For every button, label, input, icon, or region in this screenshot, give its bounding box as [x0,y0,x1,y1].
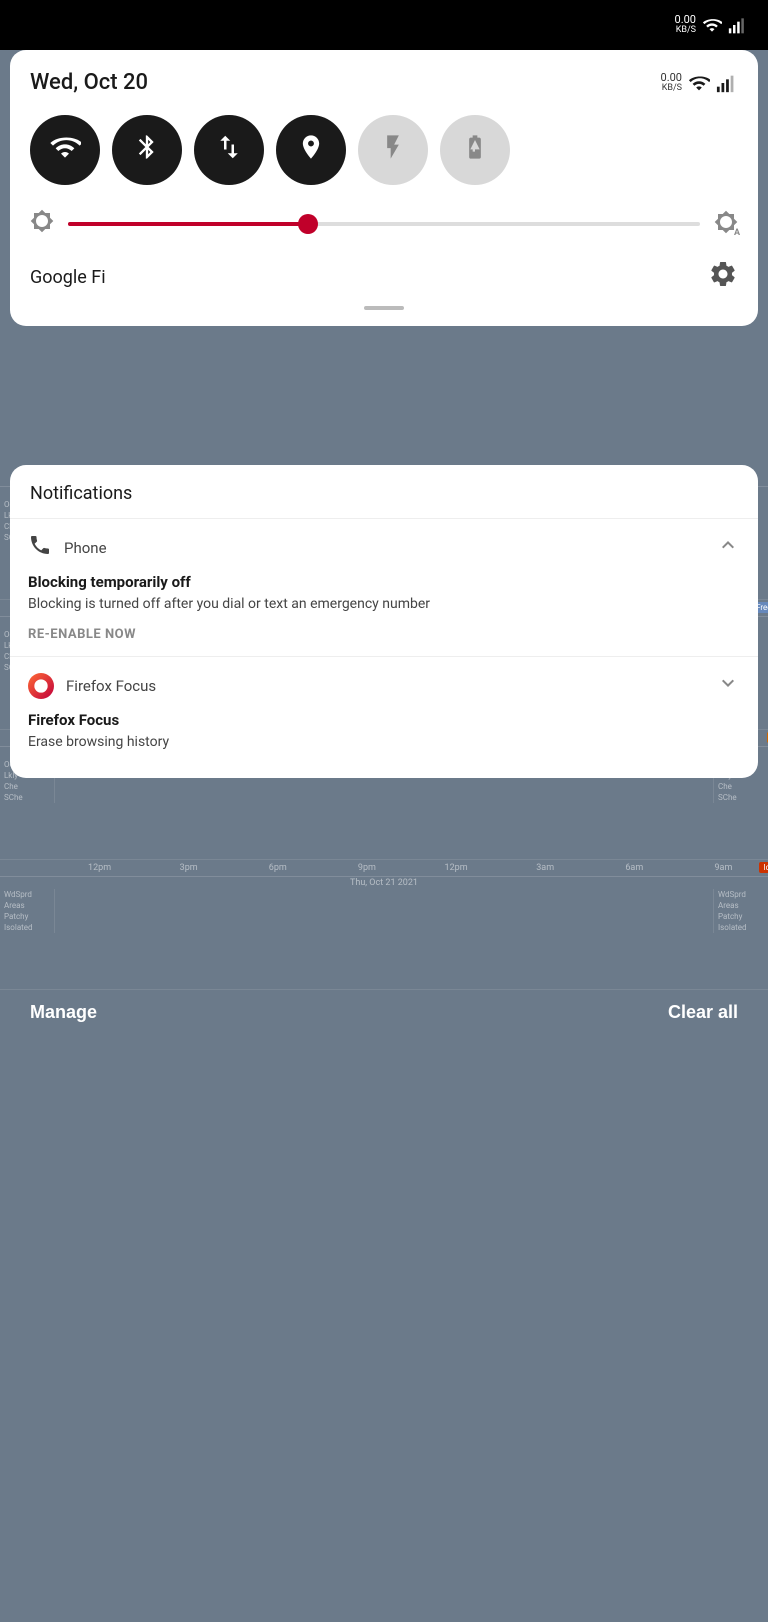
data-toggle[interactable] [194,115,264,185]
row4-wdsprd: WdSprd [0,889,54,900]
phone-app-left: Phone [28,533,107,563]
auto-label: A [734,228,740,238]
row4-patchy: Patchy [0,911,54,922]
data-toggle-icon [214,132,244,169]
brightness-thumb[interactable] [298,214,318,234]
row3-che-r: Che [714,781,768,792]
brightness-low-icon [30,209,54,239]
qs-date: Wed, Oct 20 [30,70,148,95]
bluetooth-toggle-icon [133,133,161,168]
row3-sche-r: SChe [714,792,768,803]
date-label-4: Thu, Oct 21 2021 [0,877,768,889]
wifi-status-icon [702,15,722,35]
row3-che: Che [0,781,54,792]
notifications-header: Notifications [10,465,758,519]
manage-button[interactable]: Manage [30,1002,97,1023]
firefox-notif-body: Erase browsing history [28,733,740,753]
time-label-r4-6pm: 6pm [233,863,322,873]
location-toggle[interactable] [276,115,346,185]
time-label-r4-3pm: 3pm [144,863,233,873]
row4-patchy-r: Patchy [714,911,768,922]
ice-badge: Ice [759,862,768,873]
phone-notification-content: Blocking temporarily off Blocking is tur… [10,573,758,656]
bluetooth-toggle[interactable] [112,115,182,185]
time-label-r4-9pm: 9pm [322,863,411,873]
location-toggle-icon [297,133,325,168]
notifications-panel: Notifications Phone Blocking temporarily… [10,465,758,778]
brightness-row: A [30,209,738,239]
flashlight-toggle-icon [379,133,407,168]
qs-status-icons-right: 0.00 KB/S [661,72,738,94]
network-speed: 0.00 KB/S [675,14,696,36]
time-label-r4-6am: 6am [590,863,679,873]
row4-isol-r: Isolated [714,922,768,933]
brightness-fill [68,222,308,226]
brightness-auto-icon: A [714,210,738,238]
settings-gear-icon[interactable] [708,259,738,296]
firefox-notification-content: Firefox Focus Erase browsing history [10,711,758,779]
firefox-app-left: Firefox Focus [28,673,156,699]
qs-signal-icon [716,72,738,94]
phone-collapse-chevron[interactable] [716,533,740,563]
qs-toggles-row [30,115,738,185]
phone-app-name: Phone [64,539,107,557]
phone-notif-title: Blocking temporarily off [28,573,740,591]
phone-notif-action[interactable]: RE-ENABLE NOW [28,627,740,642]
drag-handle[interactable] [364,306,404,310]
signal-status-icon [728,15,748,35]
row3-sche: SChe [0,792,54,803]
phone-notification: Phone Blocking temporarily off Blocking … [10,519,758,657]
row4-areas: Areas [0,900,54,911]
battery-saver-toggle[interactable] [440,115,510,185]
row4-areas-r: Areas [714,900,768,911]
qs-wifi-icon [688,72,710,94]
flashlight-toggle[interactable] [358,115,428,185]
notification-bottom-bar: Manage Clear all [0,990,768,1035]
firefox-focus-notification: Firefox Focus Firefox Focus Erase browsi… [10,657,758,779]
firefox-expand-chevron[interactable] [716,671,740,701]
row4-isol: Isolated [0,922,54,933]
wifi-toggle[interactable] [30,115,100,185]
time-label-r4-9am: 9am Ice [679,863,768,873]
qs-footer: Google Fi [30,259,738,296]
time-label-r4-12pm: 12pm [55,863,144,873]
phone-notif-body: Blocking is turned off after you dial or… [28,595,740,615]
firefox-notif-title: Firefox Focus [28,711,740,729]
status-bar: 0.00 KB/S [0,0,768,50]
time-label-r4-3am: 3am [501,863,590,873]
qs-header: Wed, Oct 20 0.00 KB/S [30,70,738,95]
firefox-focus-app-name: Firefox Focus [66,677,156,695]
row4-wdsprd-r: WdSprd [714,889,768,900]
firefox-app-row: Firefox Focus [10,657,758,711]
qs-carrier-name: Google Fi [30,267,106,288]
wifi-toggle-icon [49,131,81,170]
firefox-focus-app-icon [28,673,54,699]
status-icons: 0.00 KB/S [675,14,748,36]
brightness-slider[interactable] [68,222,700,226]
time-label-r4-12am: 12pm [412,863,501,873]
phone-app-row: Phone [10,519,758,573]
qs-kbs-display: 0.00 KB/S [661,72,682,94]
clear-all-button[interactable]: Clear all [668,1002,738,1023]
battery-saver-toggle-icon [461,133,489,168]
phone-app-icon [28,533,52,563]
quick-settings-panel: Wed, Oct 20 0.00 KB/S [10,50,758,326]
